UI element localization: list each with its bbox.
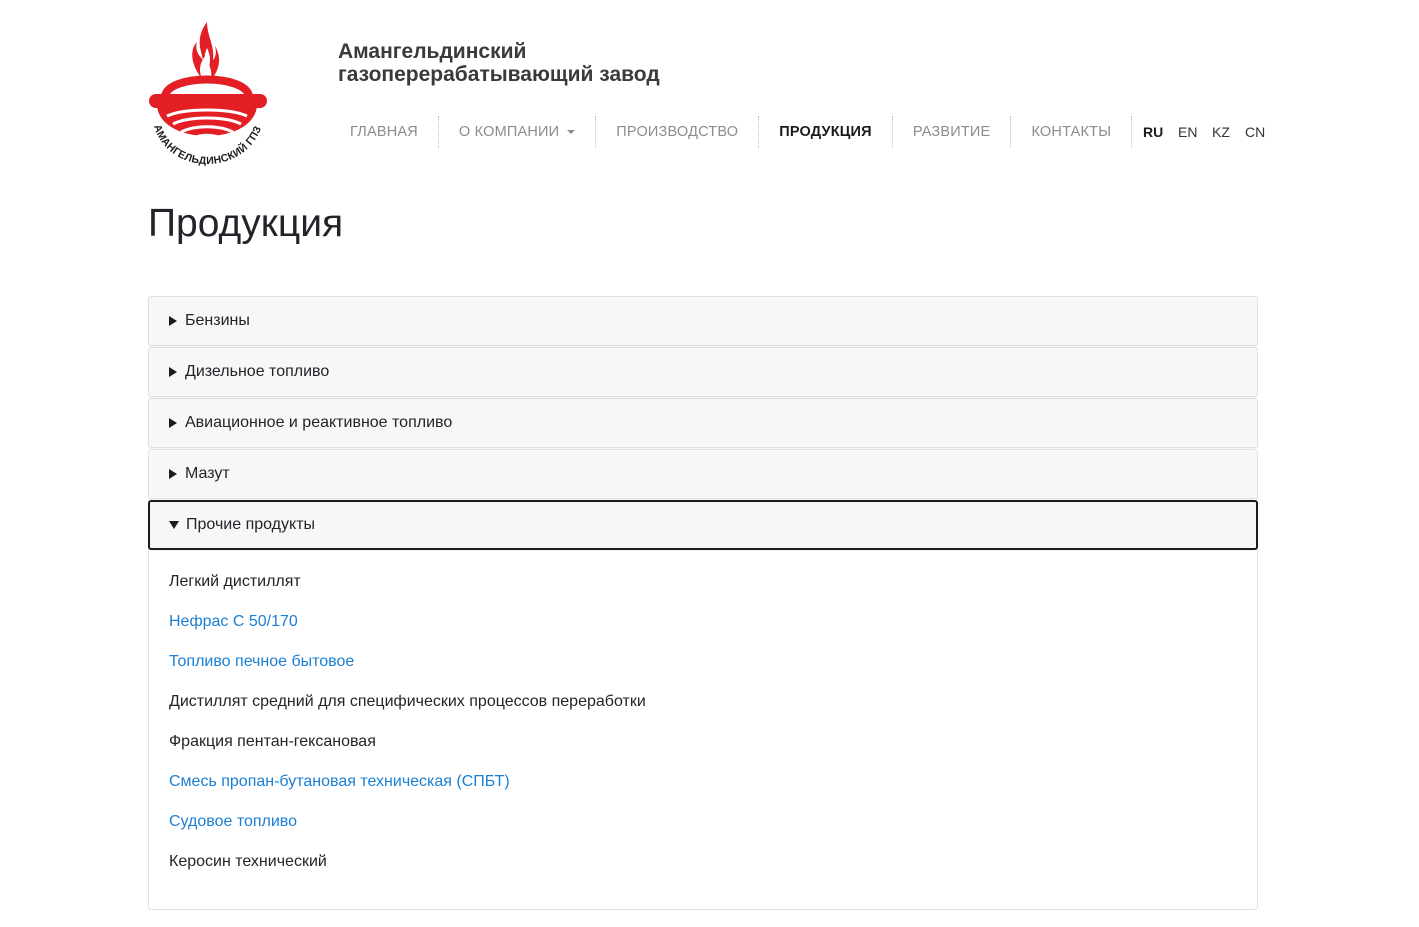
triangle-right-icon [169,469,177,479]
nav-label: О КОМПАНИИ [458,124,560,140]
nav-label: ПРОИЗВОДСТВО [616,124,739,140]
accordion-item-aviation-fuel[interactable]: Авиационное и реактивное топливо [148,398,1258,448]
accordion-item-other-products[interactable]: Прочие продукты [148,500,1258,550]
nav-label: РАЗВИТИЕ [912,124,991,140]
nav-item-about[interactable]: О КОМПАНИИ [439,116,595,148]
accordion-label: Прочие продукты [186,516,316,533]
nav-label: КОНТАКТЫ [1031,124,1112,140]
caret-down-icon [567,130,576,134]
nav-item-development[interactable]: РАЗВИТИЕ [893,116,1011,148]
accordion-item-gasoline[interactable]: Бензины [148,296,1258,346]
product-middle-distillate: Дистиллят средний для специфических проц… [169,693,646,710]
accordion-label: Авиационное и реактивное топливо [185,414,453,431]
brand-line-1: Амангельдинский [338,40,527,63]
product-light-distillate: Легкий дистиллят [169,573,301,590]
brand-line-2: газоперерабатывающий завод [338,63,660,86]
page-title: Продукция [148,202,344,245]
lang-en[interactable]: EN [1178,116,1197,148]
flame-logo-icon: АМАНГЕЛЬДИНСКИЙ ГПЗ [149,22,267,167]
accordion-panel-other-products: Легкий дистиллят Нефрас С 50/170 Топливо… [148,550,1258,910]
nav-item-contacts[interactable]: КОНТАКТЫ [1011,116,1131,148]
triangle-down-icon [169,521,179,529]
lang-cn[interactable]: CN [1245,116,1265,148]
accordion-label: Бензины [185,312,250,329]
product-link-propane-butane-mix[interactable]: Смесь пропан-бутановая техническая (СПБТ… [169,772,1237,812]
nav-label: ПРОДУКЦИЯ [779,124,872,140]
product-pentane-hexane-fraction: Фракция пентан-гексановая [169,733,376,750]
triangle-right-icon [169,316,177,326]
page: АМАНГЕЛЬДИНСКИЙ ГПЗ Амангельдинский газо… [0,0,1419,927]
product-link-nefras[interactable]: Нефрас С 50/170 [169,612,1237,652]
accordion-item-fuel-oil[interactable]: Мазут [148,449,1258,499]
product-link-marine-fuel[interactable]: Судовое топливо [169,812,1237,852]
nav-item-production[interactable]: ПРОИЗВОДСТВО [596,116,758,148]
nav-item-products[interactable]: ПРОДУКЦИЯ [759,116,892,148]
products-accordion: Бензины Дизельное топливо Авиационное и … [148,296,1258,910]
nav-divider [1131,116,1133,148]
product-technical-kerosene: Керосин технический [169,853,327,870]
main-nav: ГЛАВНАЯ О КОМПАНИИ ПРОИЗВОДСТВО ПРОДУКЦИ… [330,116,1133,148]
company-logo[interactable]: АМАНГЕЛЬДИНСКИЙ ГПЗ [145,18,271,172]
lang-kz[interactable]: KZ [1212,116,1230,148]
product-link-household-heating-fuel[interactable]: Топливо печное бытовое [169,652,1237,692]
accordion-label: Дизельное топливо [185,363,330,380]
nav-label: ГЛАВНАЯ [350,124,418,140]
accordion-item-diesel[interactable]: Дизельное топливо [148,347,1258,397]
accordion-label: Мазут [185,465,230,482]
triangle-right-icon [169,418,177,428]
triangle-right-icon [169,367,177,377]
lang-ru[interactable]: RU [1143,116,1163,148]
brand-name[interactable]: Амангельдинский газоперерабатывающий зав… [338,40,660,86]
nav-item-home[interactable]: ГЛАВНАЯ [330,116,438,148]
